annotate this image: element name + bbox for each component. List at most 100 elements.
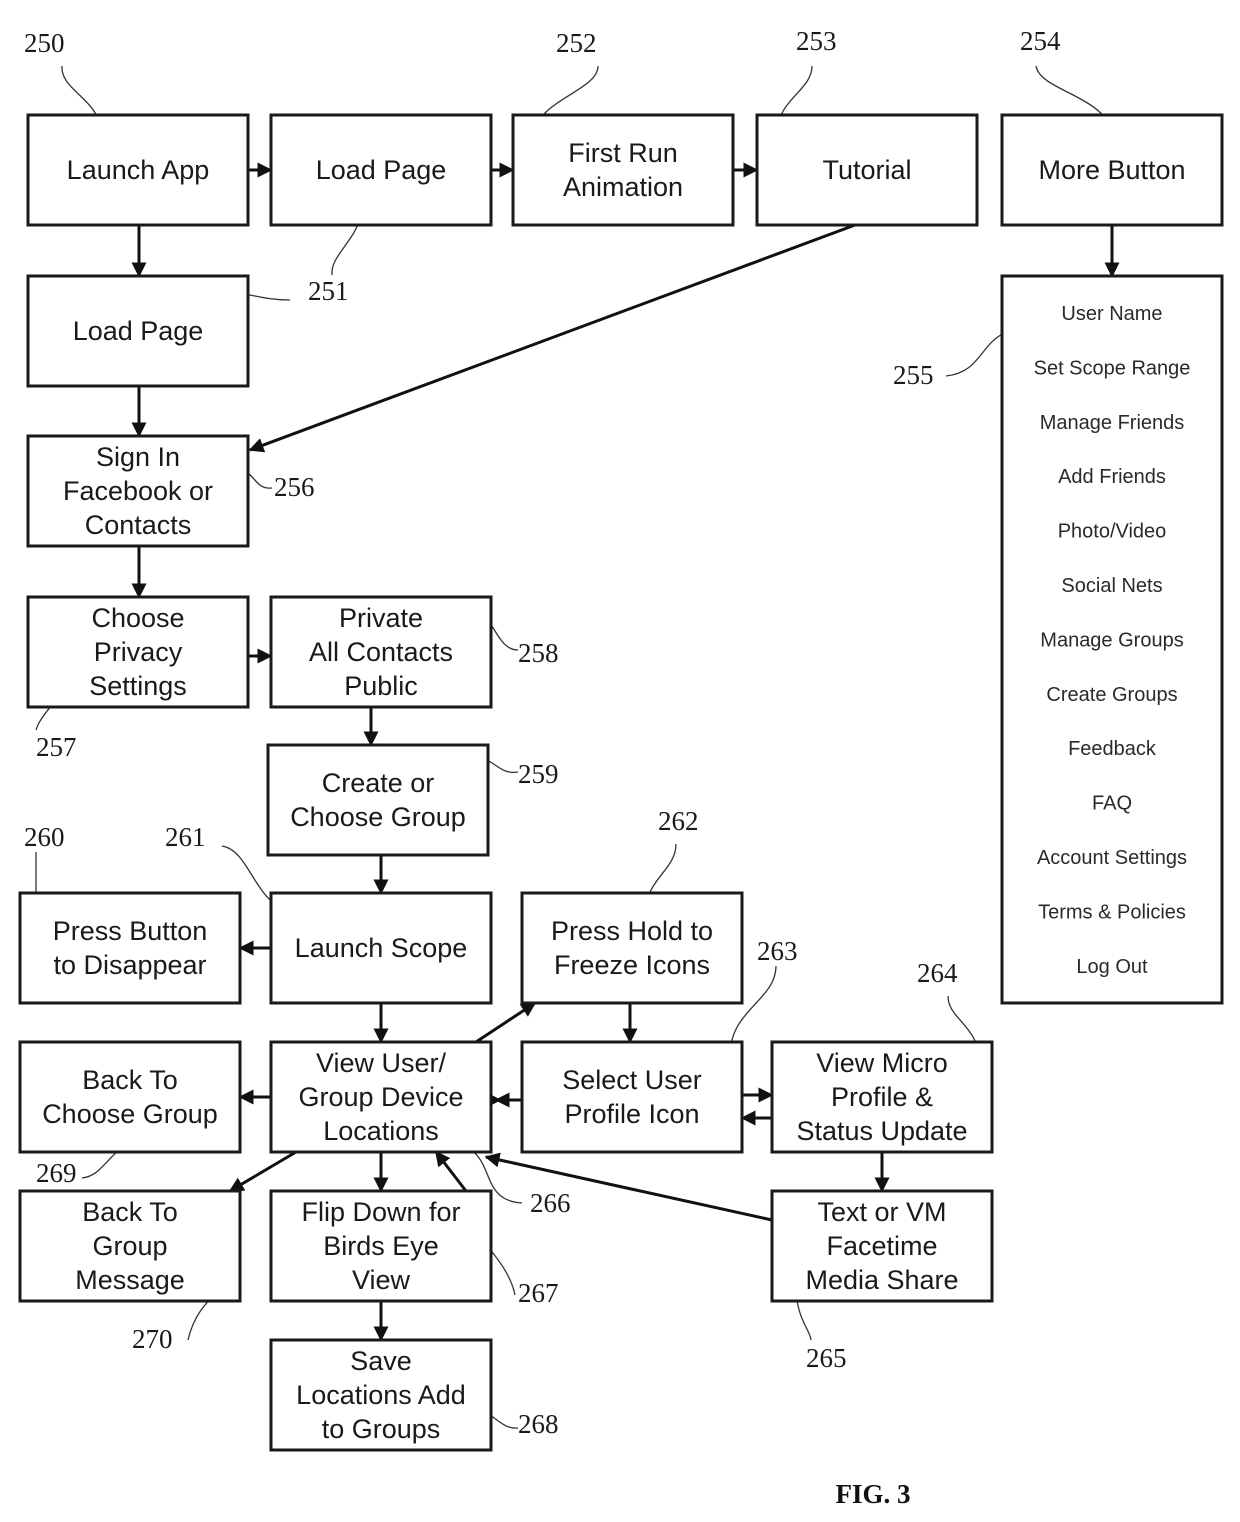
node-select-profile-icon: Select User Profile Icon [520, 1040, 744, 1154]
ref-numeral: 263 [757, 936, 798, 966]
ref-numeral: 261 [165, 822, 206, 852]
node-label: to Disappear [53, 950, 206, 980]
node-press-button-disappear: Press Button to Disappear [18, 891, 242, 1005]
node-label: Privacy [94, 637, 183, 667]
node-label: Settings [89, 671, 187, 701]
node-label: Back To [82, 1065, 178, 1095]
ref-numeral: 256 [274, 472, 315, 502]
node-box [511, 113, 735, 227]
node-more-button: More Button [1000, 113, 1224, 227]
ref-numeral: 257 [36, 732, 77, 762]
node-box [520, 891, 744, 1005]
node-view-micro-profile: View Micro Profile & Status Update [770, 1040, 994, 1154]
ref-numeral: 264 [917, 958, 958, 988]
menu-item: Feedback [1068, 738, 1157, 760]
node-back-to-group-message: Back To Group Message [18, 1189, 242, 1303]
ref-numeral: 262 [658, 806, 699, 836]
node-press-hold-freeze: Press Hold to Freeze Icons [520, 891, 744, 1005]
ref-numeral: 258 [518, 638, 559, 668]
ref-numeral: 270 [132, 1324, 173, 1354]
ref-numeral: 260 [24, 822, 65, 852]
more-menu-panel: User Name Set Scope Range Manage Friends Ad… [1000, 274, 1224, 1005]
node-label: View [352, 1265, 411, 1295]
node-label: Choose [91, 603, 184, 633]
node-back-to-choose-group: Back To Choose Group [18, 1040, 242, 1154]
node-label: Load Page [316, 155, 447, 185]
ref-numeral: 267 [518, 1278, 559, 1308]
ref-numeral: 268 [518, 1409, 559, 1439]
node-label: Birds Eye [323, 1231, 439, 1261]
node-label: Flip Down for [301, 1197, 460, 1227]
node-load-page-b: Load Page [26, 274, 250, 388]
edge-view-locations-to-back-to-group-message [228, 1150, 297, 1193]
node-box [18, 891, 242, 1005]
node-save-locations: Save Locations Add to Groups [269, 1338, 493, 1452]
node-label: Press Hold to [551, 916, 713, 946]
node-launch-app: Launch App [26, 113, 250, 227]
ref-numeral: 254 [1020, 26, 1061, 56]
node-label: Sign In [96, 442, 180, 472]
menu-item: Social Nets [1061, 575, 1162, 597]
ref-numeral: 252 [556, 28, 597, 58]
node-label: Choose Group [290, 802, 466, 832]
ref-numeral: 253 [796, 26, 837, 56]
node-label: All Contacts [309, 637, 453, 667]
node-box [520, 1040, 744, 1154]
node-sign-in: Sign In Facebook or Contacts [26, 434, 250, 548]
node-label: Save [350, 1346, 412, 1376]
node-label: Status Update [796, 1116, 967, 1146]
node-label: Profile & [831, 1082, 933, 1112]
node-label: More Button [1038, 155, 1185, 185]
node-label: First Run [568, 138, 678, 168]
node-label: Locations [323, 1116, 439, 1146]
menu-item: User Name [1061, 303, 1162, 325]
node-label: Tutorial [822, 155, 911, 185]
ref-numeral: 265 [806, 1343, 847, 1373]
node-label: Create or [322, 768, 435, 798]
node-label: Press Button [53, 916, 208, 946]
menu-item: Add Friends [1058, 466, 1166, 488]
node-label: Text or VM [817, 1197, 946, 1227]
node-label: Message [75, 1265, 185, 1295]
node-label: Load Page [73, 316, 204, 346]
node-label: Contacts [85, 510, 192, 540]
menu-item: Terms & Policies [1038, 901, 1186, 923]
node-view-locations: View User/Group Device Locations [269, 1040, 493, 1154]
edge-view-locations-to-press-hold-freeze [475, 1001, 537, 1044]
node-label: Select User [562, 1065, 702, 1095]
node-label: Locations Add [296, 1380, 466, 1410]
menu-item: Set Scope Range [1034, 357, 1191, 379]
menu-item: Manage Friends [1040, 412, 1185, 434]
node-choose-privacy: Choose Privacy Settings [26, 595, 250, 709]
node-load-page-a: Load Page [269, 113, 493, 227]
node-label: Private [339, 603, 423, 633]
ref-numeral: 250 [24, 28, 65, 58]
node-box [18, 1040, 242, 1154]
ref-numeral: 251 [308, 276, 349, 306]
node-tutorial: Tutorial [755, 113, 979, 227]
figure-label: FIG. 3 [835, 1479, 910, 1509]
node-label: Profile Icon [564, 1099, 699, 1129]
menu-item: Account Settings [1037, 847, 1187, 869]
node-label: View Micro [816, 1048, 948, 1078]
ref-numeral: 266 [530, 1188, 571, 1218]
edge-tutorial-to-sign-in [248, 223, 856, 453]
node-label: Back To [82, 1197, 178, 1227]
node-text-vm-facetime: Text or VM Facetime Media Share [770, 1189, 994, 1303]
node-label: to Groups [322, 1414, 441, 1444]
node-box [266, 743, 490, 857]
node-label: Facetime [826, 1231, 937, 1261]
ref-numeral: 259 [518, 759, 559, 789]
edge-text-vm-facetime-to-view-locations [484, 1152, 773, 1222]
node-label: Group [92, 1231, 167, 1261]
node-label: Media Share [805, 1265, 958, 1295]
node-label: Facebook or [63, 476, 213, 506]
menu-item: Photo/Video [1058, 521, 1167, 543]
node-label: View User/ [316, 1048, 447, 1078]
node-label: Launch App [67, 155, 210, 185]
node-label: Freeze Icons [554, 950, 710, 980]
edge-flip-down-to-view-locations [434, 1150, 468, 1192]
ref-numeral: 269 [36, 1158, 77, 1188]
node-label: Public [344, 671, 418, 701]
menu-item: Create Groups [1046, 684, 1177, 706]
